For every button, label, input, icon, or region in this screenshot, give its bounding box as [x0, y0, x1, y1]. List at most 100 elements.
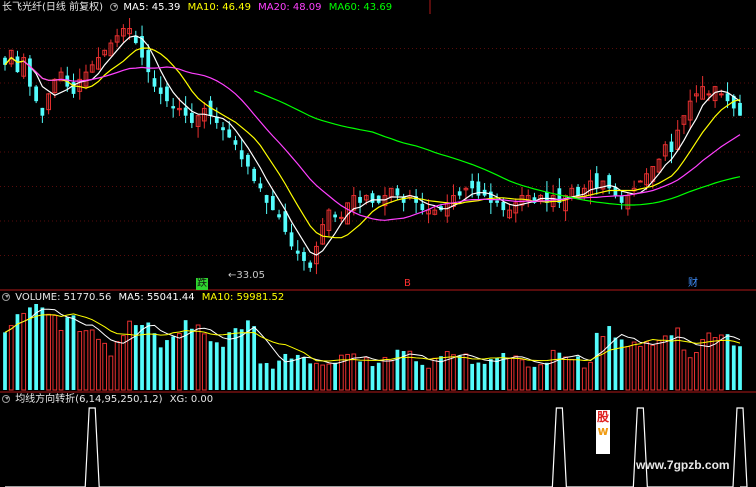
- volume-bar-up: [201, 333, 207, 391]
- volume-bar-down: [495, 357, 499, 390]
- candle-body-up: [338, 216, 344, 219]
- candle-body-down: [420, 203, 425, 211]
- volume-bar-up: [382, 356, 388, 391]
- volume-header: VOLUME: 51770.56 MA5: 55041.44 MA10: 599…: [2, 292, 284, 304]
- volume-bar-down: [277, 360, 281, 390]
- volume-bar-down: [557, 352, 562, 390]
- volume-bar-down: [545, 362, 549, 390]
- volume-bar-up: [195, 324, 201, 391]
- candle-body-down: [264, 195, 269, 203]
- volume-bar-down: [395, 349, 400, 390]
- volume-bar-up: [507, 357, 512, 391]
- candle-body-down: [277, 214, 281, 218]
- candle-body-down: [619, 196, 624, 203]
- candle-body-down: [289, 232, 294, 247]
- ma20-line: [23, 60, 741, 221]
- site-logo: 股 w: [596, 410, 610, 454]
- volume-bar-up: [581, 367, 587, 391]
- volume-bar-down: [158, 347, 163, 390]
- volume-bar-down: [28, 307, 32, 390]
- volume-bar-down: [71, 315, 76, 390]
- xg-signal-line: [5, 407, 748, 487]
- volume-bar-up: [569, 358, 575, 391]
- candle-body-down: [358, 196, 362, 203]
- volume-bar-down: [146, 322, 151, 390]
- volume-bar-down: [731, 345, 736, 390]
- candle-body-down: [34, 86, 39, 102]
- volume-bar-down: [3, 332, 7, 390]
- volume-bar-up: [8, 325, 14, 391]
- volume-bar-down: [302, 357, 306, 390]
- candle-body-down: [40, 107, 45, 116]
- volume-bar-up: [102, 342, 108, 391]
- volume-bar-down: [252, 326, 257, 390]
- candle-body-down: [189, 112, 194, 123]
- volume-bar-up: [320, 364, 326, 391]
- volume-bar-up: [21, 312, 27, 391]
- candle-body-down: [738, 102, 742, 116]
- volume-bar-up: [662, 335, 668, 391]
- volume-bar-down: [227, 332, 232, 390]
- candle-body-down: [152, 78, 157, 87]
- ma10-legend: MA10: 46.49: [187, 2, 251, 13]
- low-price-label: ←33.05: [228, 270, 266, 281]
- vol-ma5-legend: MA5: 55041.44: [118, 292, 195, 303]
- candle-body-down: [146, 50, 151, 73]
- volume-bar-up: [656, 340, 662, 391]
- volume-bar-down: [270, 368, 275, 390]
- volume-bar-down: [208, 341, 213, 390]
- volume-bar-up: [700, 339, 705, 391]
- volume-panel: [3, 304, 742, 391]
- candle-body-down: [246, 154, 250, 167]
- vol-ma10-legend: MA10: 59981.52: [201, 292, 285, 303]
- volume-bar-down: [214, 342, 219, 390]
- candle-body-down: [233, 140, 238, 145]
- candle-body-down: [227, 129, 232, 138]
- candle-body-down: [158, 87, 163, 94]
- candle-body-down: [171, 106, 176, 109]
- volume-bar-up: [77, 331, 83, 391]
- volume-legend: VOLUME: 51770.56: [15, 292, 112, 303]
- volume-bar-down: [65, 317, 70, 390]
- volume-bar-up: [550, 349, 556, 391]
- candle-body-down: [370, 193, 375, 203]
- volume-bar-up: [426, 367, 431, 391]
- candle-body-down: [71, 82, 76, 94]
- marker-cai[interactable]: 财: [688, 278, 698, 290]
- volume-bar-down: [189, 328, 194, 390]
- candle-body-down: [501, 201, 506, 211]
- volume-bar-down: [607, 326, 612, 390]
- settings-circle-icon[interactable]: [2, 293, 10, 301]
- volume-bar-up: [114, 341, 120, 391]
- volume-bar-up: [177, 333, 182, 391]
- volume-bar-down: [358, 361, 362, 390]
- candle-body-down: [283, 211, 288, 232]
- stock-chart[interactable]: [0, 0, 756, 487]
- candle-body-down: [333, 214, 337, 218]
- settings-circle-icon[interactable]: [110, 3, 119, 11]
- volume-bar-up: [96, 338, 101, 391]
- volume-bar-down: [264, 363, 269, 390]
- stock-title[interactable]: 长飞光纤(日线 前复权): [2, 2, 103, 13]
- volume-bar-down: [370, 366, 375, 390]
- volume-bar-up: [694, 352, 699, 391]
- marker-die[interactable]: 跌: [196, 278, 208, 290]
- volume-bar-up: [326, 363, 332, 391]
- settings-circle-icon[interactable]: [2, 395, 10, 403]
- volume-bar-down: [40, 307, 45, 390]
- marker-b[interactable]: B: [404, 278, 411, 290]
- candle-body-up: [637, 180, 643, 183]
- volume-bar-down: [308, 363, 313, 390]
- volume-bar-down: [457, 355, 462, 390]
- volume-bar-down: [470, 363, 475, 390]
- volume-bar-up: [388, 359, 394, 391]
- volume-bar-up: [432, 357, 438, 391]
- logo-char-2: w: [597, 424, 609, 438]
- volume-bar-down: [532, 366, 537, 390]
- candle-body-down: [15, 56, 20, 73]
- volume-bar-up: [46, 313, 51, 391]
- candle-body-down: [495, 200, 499, 203]
- volume-bar-up: [83, 330, 89, 391]
- candle-body-down: [252, 168, 257, 182]
- volume-bar-up: [89, 329, 95, 391]
